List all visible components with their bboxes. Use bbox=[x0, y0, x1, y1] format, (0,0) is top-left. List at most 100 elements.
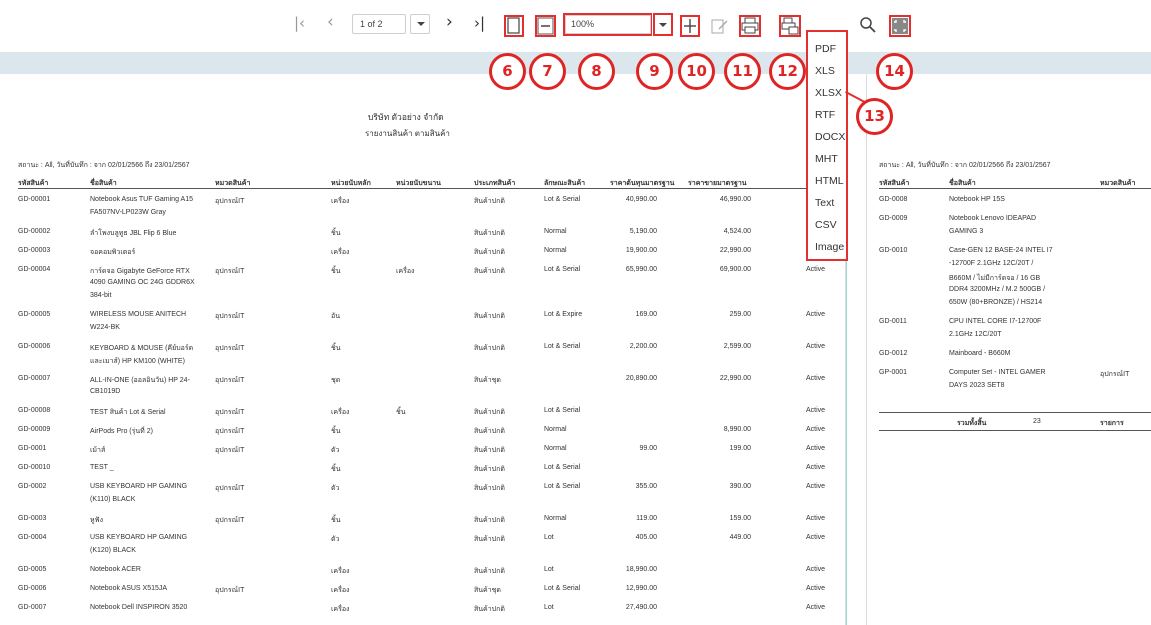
row-code: GD-0002 bbox=[18, 483, 47, 490]
row-type: สินค้าปกติ bbox=[474, 447, 505, 454]
row-type: สินค้าชุด bbox=[474, 377, 501, 384]
export-xlsx-item[interactable]: XLSX bbox=[815, 87, 842, 99]
row-status: Active bbox=[806, 515, 826, 522]
row-price: 22,990.00 bbox=[719, 375, 751, 382]
zoom-select[interactable]: 100% bbox=[565, 15, 651, 34]
export-xls-item[interactable]: XLS bbox=[815, 65, 835, 77]
callout-13: 13 bbox=[856, 98, 893, 135]
row-cost: 40,990.00 bbox=[625, 196, 657, 203]
zoom-in-button[interactable] bbox=[680, 15, 700, 37]
next-page-icon[interactable]: › bbox=[446, 12, 453, 32]
row-name: Notebook Lenovo IDEAPAD bbox=[949, 215, 1037, 222]
last-page-icon[interactable]: ›| bbox=[474, 14, 485, 32]
row-price: 22,990.00 bbox=[719, 247, 751, 254]
row-cost: 18,990.00 bbox=[625, 566, 657, 573]
row-name: CPU INTEL CORE I7-12700F bbox=[949, 318, 1042, 325]
row-name: เม้าส์ bbox=[90, 447, 106, 454]
row-category: อุปกรณ์IT bbox=[215, 313, 245, 320]
single-page-icon bbox=[507, 17, 520, 34]
export-csv-item[interactable]: CSV bbox=[815, 219, 837, 231]
row-name: -12700F 2.1GHz 12C/20T / bbox=[949, 260, 1034, 267]
row-unit: ชิ้น bbox=[331, 428, 341, 435]
row-code: GD-00006 bbox=[18, 343, 51, 350]
row-nature: Lot & Serial bbox=[544, 343, 581, 350]
export-text-item[interactable]: Text bbox=[815, 197, 834, 209]
row-status: Active bbox=[806, 445, 826, 452]
row-category: อุปกรณ์IT bbox=[215, 268, 245, 275]
row-name: การ์ดจอ Gigabyte GeForce RTX bbox=[90, 268, 190, 275]
export-button[interactable] bbox=[779, 15, 801, 37]
row-unit: อัน bbox=[331, 313, 340, 320]
report-title: รายงานสินค้า ตามสินค้า bbox=[365, 129, 450, 138]
row-name: GAMING 3 bbox=[949, 228, 984, 235]
row-code: GD-00001 bbox=[18, 196, 51, 203]
row-type: สินค้าปกติ bbox=[474, 428, 505, 435]
row-cost: 99.00 bbox=[639, 445, 657, 452]
zoom-dropdown-icon bbox=[659, 23, 667, 27]
row-status: Active bbox=[806, 407, 826, 414]
print-button[interactable] bbox=[739, 15, 761, 37]
row-nature: Normal bbox=[544, 445, 567, 452]
edit-icon[interactable] bbox=[711, 18, 728, 35]
report-page-2: สถานะ : All, วันที่บันทึก : จาก 02/01/25… bbox=[866, 74, 1151, 625]
page-gutter bbox=[846, 74, 866, 625]
row-name: 2.1GHz 12C/20T bbox=[949, 331, 1002, 338]
total-rule-bottom bbox=[879, 430, 1151, 431]
search-icon[interactable] bbox=[859, 16, 877, 34]
row-name: Notebook Asus TUF Gaming A15 bbox=[90, 196, 193, 203]
row-unit: เครื่อง bbox=[331, 198, 350, 205]
row-code: GD-00008 bbox=[18, 407, 51, 414]
row-name: ลำโพงบลูทูธ JBL Flip 6 Blue bbox=[90, 230, 177, 237]
row-status: Active bbox=[806, 375, 826, 382]
row-category: อุปกรณ์IT bbox=[215, 517, 245, 524]
row-type: สินค้าปกติ bbox=[474, 568, 505, 575]
zoom-out-button[interactable] bbox=[535, 15, 556, 37]
page-dropdown-icon[interactable] bbox=[410, 14, 430, 34]
row-unit2: เครื่อง bbox=[396, 268, 415, 275]
row-unit: ตัว bbox=[331, 447, 340, 454]
export-html-item[interactable]: HTML bbox=[815, 175, 844, 187]
row-cost: 5,190.00 bbox=[629, 228, 657, 235]
row-nature: Lot & Serial bbox=[544, 196, 581, 203]
row-name: หูฟัง bbox=[90, 517, 103, 524]
row-name: AirPods Pro (รุ่นที่ 2) bbox=[90, 428, 153, 435]
fullscreen-icon bbox=[892, 18, 908, 34]
fullscreen-button[interactable] bbox=[889, 15, 911, 37]
row-type: สินค้าชุด bbox=[474, 587, 501, 594]
total-unit: รายการ bbox=[1100, 420, 1124, 427]
export-rtf-item[interactable]: RTF bbox=[815, 109, 835, 121]
row-type: สินค้าปกติ bbox=[474, 313, 505, 320]
page-input[interactable]: 1 of 2 bbox=[352, 14, 406, 34]
row-type: สินค้าปกติ bbox=[474, 466, 505, 473]
row-name: DDR4 3200MHz / M.2 500GB / bbox=[949, 286, 1046, 293]
row-name: W224-BK bbox=[90, 324, 120, 331]
row-category: อุปกรณ์IT bbox=[215, 409, 245, 416]
previous-page-icon[interactable]: ‹ bbox=[327, 12, 334, 32]
callout-14: 14 bbox=[876, 53, 913, 90]
callout-10: 10 bbox=[678, 53, 715, 90]
row-cost: 169.00 bbox=[635, 311, 657, 318]
viewer-toolbar: |‹ ‹ 1 of 2 › ›| 100% bbox=[0, 0, 1151, 52]
export-image-item[interactable]: Image bbox=[815, 241, 844, 253]
row-price: 199.00 bbox=[729, 445, 751, 452]
row-name: Case-GEN 12 BASE-24 INTEL I7 bbox=[949, 247, 1053, 254]
row-type: สินค้าปกติ bbox=[474, 536, 505, 543]
total-label: รวมทั้งสิ้น bbox=[957, 420, 987, 427]
row-price: 69,900.00 bbox=[719, 266, 751, 273]
row-unit: ชุด bbox=[331, 377, 341, 384]
report-filter: สถานะ : All, วันที่บันทึก : จาก 02/01/25… bbox=[18, 162, 190, 169]
export-mht-item[interactable]: MHT bbox=[815, 153, 838, 165]
export-docx-item[interactable]: DOCX bbox=[815, 131, 845, 143]
row-nature: Normal bbox=[544, 515, 567, 522]
row-unit: เครื่อง bbox=[331, 587, 350, 594]
header-rule bbox=[18, 188, 846, 189]
row-code: GD-00009 bbox=[18, 426, 51, 433]
single-page-button[interactable] bbox=[504, 15, 524, 37]
zoom-dropdown-button[interactable] bbox=[653, 13, 673, 36]
row-status: Active bbox=[806, 566, 826, 573]
row-nature: Lot bbox=[544, 566, 554, 573]
export-pdf-item[interactable]: PDF bbox=[815, 43, 836, 55]
first-page-icon[interactable]: |‹ bbox=[294, 14, 305, 32]
row-code: GD-00005 bbox=[18, 311, 51, 318]
callout-9: 9 bbox=[636, 53, 673, 90]
